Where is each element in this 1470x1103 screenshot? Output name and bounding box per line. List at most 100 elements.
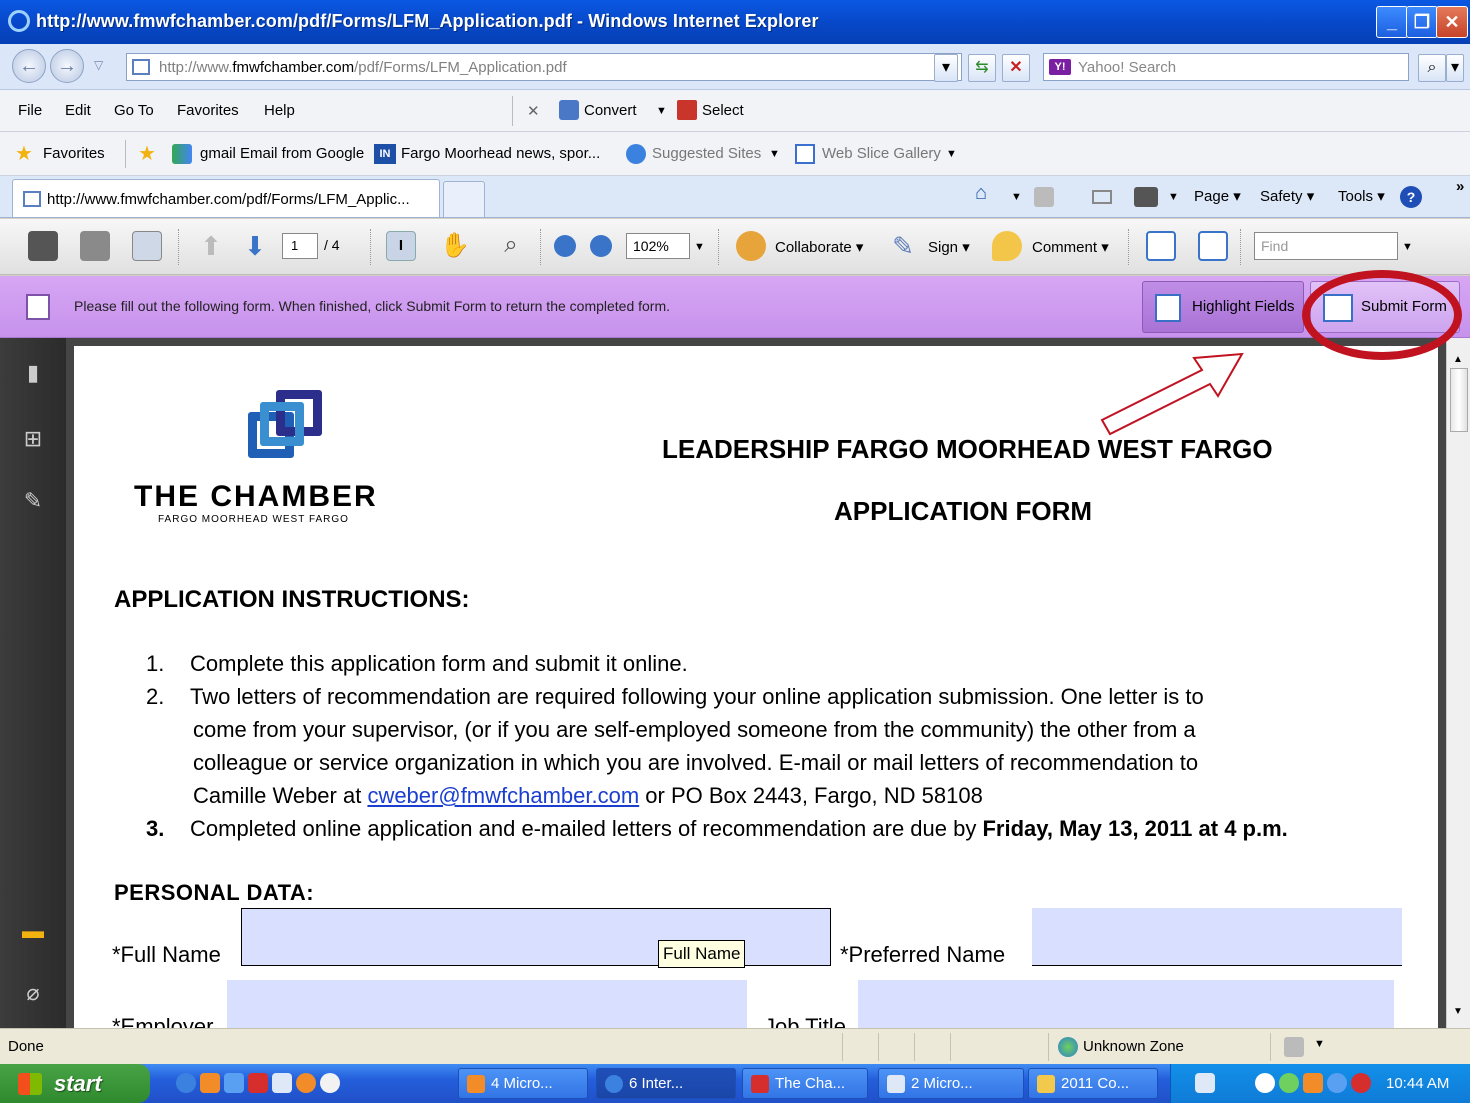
tray-icon[interactable] (1279, 1073, 1299, 1093)
zoom-dropdown-icon[interactable]: ▼ (1314, 1038, 1325, 1050)
tray-icon[interactable] (1303, 1073, 1323, 1093)
find-dropdown-icon[interactable]: ▼ (1402, 241, 1413, 253)
quicklaunch-icon[interactable] (248, 1073, 268, 1093)
scroll-thumb[interactable] (1450, 368, 1468, 432)
history-dropdown-icon[interactable]: ▽ (94, 58, 103, 72)
next-page-icon[interactable]: ⬇ (240, 231, 270, 261)
quicklaunch-icon[interactable] (224, 1073, 244, 1093)
page-number-input[interactable]: 1 (282, 233, 318, 259)
taskbar-button[interactable]: 2011 Co... (1028, 1068, 1158, 1099)
menu-goto[interactable]: Go To (114, 102, 154, 119)
quicklaunch-icon[interactable] (200, 1073, 220, 1093)
fit-page-icon[interactable] (1198, 231, 1228, 261)
find-input[interactable]: Find (1254, 232, 1398, 260)
convert-button[interactable]: Convert (584, 102, 637, 119)
menu-favorites[interactable]: Favorites (177, 102, 239, 119)
taskbar-button[interactable]: 4 Micro... (458, 1068, 588, 1099)
comments-icon[interactable]: ▬ (20, 918, 46, 944)
fav-gmail[interactable]: gmail Email from Google (200, 145, 364, 162)
comment-button[interactable]: Comment ▾ (1032, 238, 1109, 256)
marquee-zoom-icon[interactable]: ⌕ (496, 231, 526, 261)
print-icon[interactable] (1134, 187, 1158, 207)
restore-button[interactable]: ❐ (1406, 6, 1438, 38)
email-link[interactable]: cweber@fmwfchamber.com (367, 783, 639, 808)
home-dropdown-icon[interactable]: ▼ (1011, 191, 1022, 203)
scroll-up-icon[interactable]: ▲ (1453, 354, 1463, 365)
home-icon[interactable]: ⌂ (975, 182, 987, 205)
taskbar-button-active[interactable]: 6 Inter... (596, 1068, 736, 1099)
address-dropdown-button[interactable]: ▾ (934, 54, 958, 82)
favorites-button[interactable]: Favorites (43, 145, 105, 162)
start-button[interactable]: start (0, 1064, 150, 1103)
previous-page-icon[interactable]: ⬆ (196, 231, 226, 261)
refresh-button[interactable]: ⇆ (968, 54, 996, 82)
start-label: start (54, 1071, 102, 1096)
back-button[interactable]: ← (12, 49, 46, 83)
collaborate-button[interactable]: Collaborate ▾ (775, 238, 863, 256)
fav-fargo-news[interactable]: Fargo Moorhead news, spor... (401, 145, 600, 162)
tools-menu[interactable]: Tools ▾ (1338, 187, 1385, 205)
tray-icon[interactable] (1327, 1073, 1347, 1093)
minimize-button[interactable]: _ (1376, 6, 1408, 38)
taskbar-button[interactable]: 2 Micro... (878, 1068, 1024, 1099)
taskbar-button[interactable]: The Cha... (742, 1068, 868, 1099)
quicklaunch-icon[interactable] (320, 1073, 340, 1093)
fav-suggested-sites[interactable]: Suggested Sites (652, 145, 761, 162)
fit-width-icon[interactable] (1146, 231, 1176, 261)
select-tool-icon[interactable]: I (386, 231, 416, 261)
address-field[interactable]: http://www.fmwfchamber.com/pdf/Forms/LFM… (126, 53, 962, 81)
zoom-dropdown-icon[interactable]: ▼ (694, 241, 705, 253)
clock[interactable]: 10:44 AM (1386, 1075, 1449, 1092)
save-icon[interactable] (80, 231, 110, 261)
menu-file[interactable]: File (18, 102, 42, 119)
new-tab-button[interactable] (443, 181, 485, 217)
email-icon[interactable] (132, 231, 162, 261)
feeds-icon[interactable] (1034, 187, 1054, 207)
safety-menu[interactable]: Safety ▾ (1260, 187, 1314, 205)
tray-icon[interactable] (1351, 1073, 1371, 1093)
highlight-fields-button[interactable]: Highlight Fields (1142, 281, 1304, 333)
zoom-in-icon[interactable] (590, 235, 612, 257)
menu-help[interactable]: Help (264, 102, 295, 119)
stop-button[interactable]: ✕ (1002, 54, 1030, 82)
search-options-button[interactable]: ▾ (1446, 54, 1464, 82)
convert-dropdown-icon[interactable]: ▼ (656, 105, 667, 117)
binoculars-icon[interactable]: ⊞ (20, 426, 46, 452)
vertical-scrollbar[interactable]: ▲ ▼ (1446, 338, 1470, 1028)
print-dropdown-icon[interactable]: ▼ (1168, 191, 1179, 203)
chevron-more-icon[interactable]: » (1456, 178, 1464, 195)
search-input[interactable]: Y! Yahoo! Search (1043, 53, 1409, 81)
ie-quicklaunch-icon[interactable] (176, 1073, 196, 1093)
zoom-level-input[interactable]: 102% (626, 233, 690, 259)
attachments-icon[interactable]: ⌀ (20, 980, 46, 1006)
suggested-dropdown-icon[interactable]: ▼ (769, 148, 780, 160)
menu-edit[interactable]: Edit (65, 102, 91, 119)
add-favorite-icon[interactable]: ★ (138, 141, 156, 166)
quicklaunch-icon[interactable] (272, 1073, 292, 1093)
scroll-down-icon[interactable]: ▼ (1453, 1006, 1463, 1017)
logo-subtitle: FARGO MOORHEAD WEST FARGO (158, 514, 349, 525)
close-button[interactable]: ✕ (1436, 6, 1468, 38)
sign-button[interactable]: Sign ▾ (928, 238, 970, 256)
page-menu[interactable]: Page ▾ (1194, 187, 1241, 205)
tray-expand-icon[interactable] (1255, 1073, 1275, 1093)
read-mail-icon[interactable] (1092, 190, 1112, 204)
select-button[interactable]: Select (702, 102, 744, 119)
toolbar-close-icon[interactable]: ✕ (527, 102, 540, 120)
protected-mode-icon[interactable] (1284, 1037, 1304, 1057)
favorites-star-icon: ★ (15, 143, 33, 165)
print-icon[interactable] (28, 231, 58, 261)
zoom-out-icon[interactable] (554, 235, 576, 257)
pages-icon[interactable]: ▮ (20, 360, 46, 386)
tray-icon[interactable] (1195, 1073, 1215, 1093)
help-icon[interactable]: ? (1400, 186, 1422, 208)
firefox-icon[interactable] (296, 1073, 316, 1093)
web-slice-dropdown-icon[interactable]: ▼ (946, 148, 957, 160)
search-button[interactable]: ⌕ (1418, 54, 1446, 82)
hand-tool-icon[interactable]: ✋ (440, 231, 470, 261)
fav-web-slice-gallery[interactable]: Web Slice Gallery (822, 145, 941, 162)
tab-active[interactable]: http://www.fmwfchamber.com/pdf/Forms/LFM… (12, 179, 440, 217)
signatures-icon[interactable]: ✎ (20, 488, 46, 514)
preferred-name-field[interactable] (1032, 908, 1402, 966)
forward-button[interactable]: → (50, 49, 84, 83)
